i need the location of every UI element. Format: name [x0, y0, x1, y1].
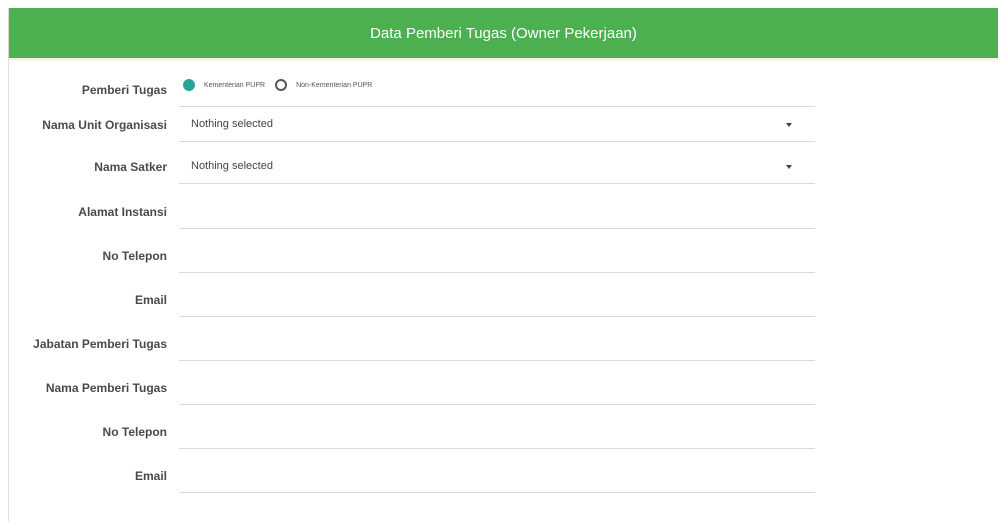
radio-unchecked-icon[interactable] [275, 79, 288, 91]
caret-down-icon [786, 165, 792, 169]
row-satker: Nama Satker Nothing selected [9, 150, 998, 184]
row-jabatan-pemberi-tugas: Jabatan Pemberi Tugas [9, 327, 998, 361]
nama-pemberi-tugas-input[interactable] [179, 371, 815, 405]
row-no-telepon-instansi: No Telepon [9, 239, 998, 273]
no-telepon-pemberi-label: No Telepon [102, 425, 167, 439]
unit-organisasi-label: Nama Unit Organisasi [42, 118, 167, 132]
alamat-instansi-input[interactable] [179, 195, 815, 229]
radio-kementerian-pupr[interactable]: Kementerian PUPR [183, 79, 265, 91]
no-telepon-pemberi-input[interactable] [179, 415, 815, 449]
unit-organisasi-selected-value: Nothing selected [191, 118, 273, 130]
radio-checked-icon[interactable] [183, 79, 195, 91]
email-instansi-label: Email [134, 293, 167, 307]
row-pemberi-tugas: Pemberi Tugas Kementerian PUPR Non-Kemen… [9, 73, 998, 107]
row-email-pemberi: Email [9, 459, 998, 493]
row-alamat-instansi: Alamat Instansi [9, 195, 998, 229]
panel-header: Data Pemberi Tugas (Owner Pekerjaan) [9, 8, 998, 58]
satker-label: Nama Satker [94, 160, 167, 174]
caret-down-icon [786, 123, 792, 127]
nama-pemberi-tugas-label: Nama Pemberi Tugas [45, 381, 167, 395]
row-no-telepon-pemberi: No Telepon [9, 415, 998, 449]
radio-non-kementerian-pupr-label: Non-Kementerian PUPR [296, 81, 373, 89]
radio-non-kementerian-pupr[interactable]: Non-Kementerian PUPR [275, 79, 372, 91]
email-pemberi-input[interactable] [179, 459, 815, 493]
owner-data-panel: Data Pemberi Tugas (Owner Pekerjaan) Pem… [8, 8, 998, 521]
email-instansi-input[interactable] [179, 283, 815, 317]
no-telepon-instansi-input[interactable] [179, 239, 815, 273]
satker-select[interactable]: Nothing selected [179, 150, 815, 184]
jabatan-pemberi-tugas-label: Jabatan Pemberi Tugas [33, 337, 167, 351]
alamat-instansi-label: Alamat Instansi [78, 205, 167, 219]
pemberi-tugas-label: Pemberi Tugas [81, 83, 167, 97]
jabatan-pemberi-tugas-input[interactable] [179, 327, 815, 361]
unit-organisasi-select[interactable]: Nothing selected [179, 108, 815, 142]
radio-kementerian-pupr-label: Kementerian PUPR [204, 81, 266, 89]
email-pemberi-label: Email [134, 469, 167, 483]
row-email-instansi: Email [9, 283, 998, 317]
row-unit-organisasi: Nama Unit Organisasi Nothing selected [9, 108, 998, 142]
satker-selected-value: Nothing selected [191, 160, 273, 172]
pemberi-tugas-radio-group: Kementerian PUPR Non-Kementerian PUPR [183, 79, 382, 91]
pemberi-tugas-field: Kementerian PUPR Non-Kementerian PUPR [179, 73, 815, 107]
no-telepon-instansi-label: No Telepon [102, 249, 167, 263]
panel-title: Data Pemberi Tugas (Owner Pekerjaan) [370, 24, 637, 42]
row-nama-pemberi-tugas: Nama Pemberi Tugas [9, 371, 998, 405]
